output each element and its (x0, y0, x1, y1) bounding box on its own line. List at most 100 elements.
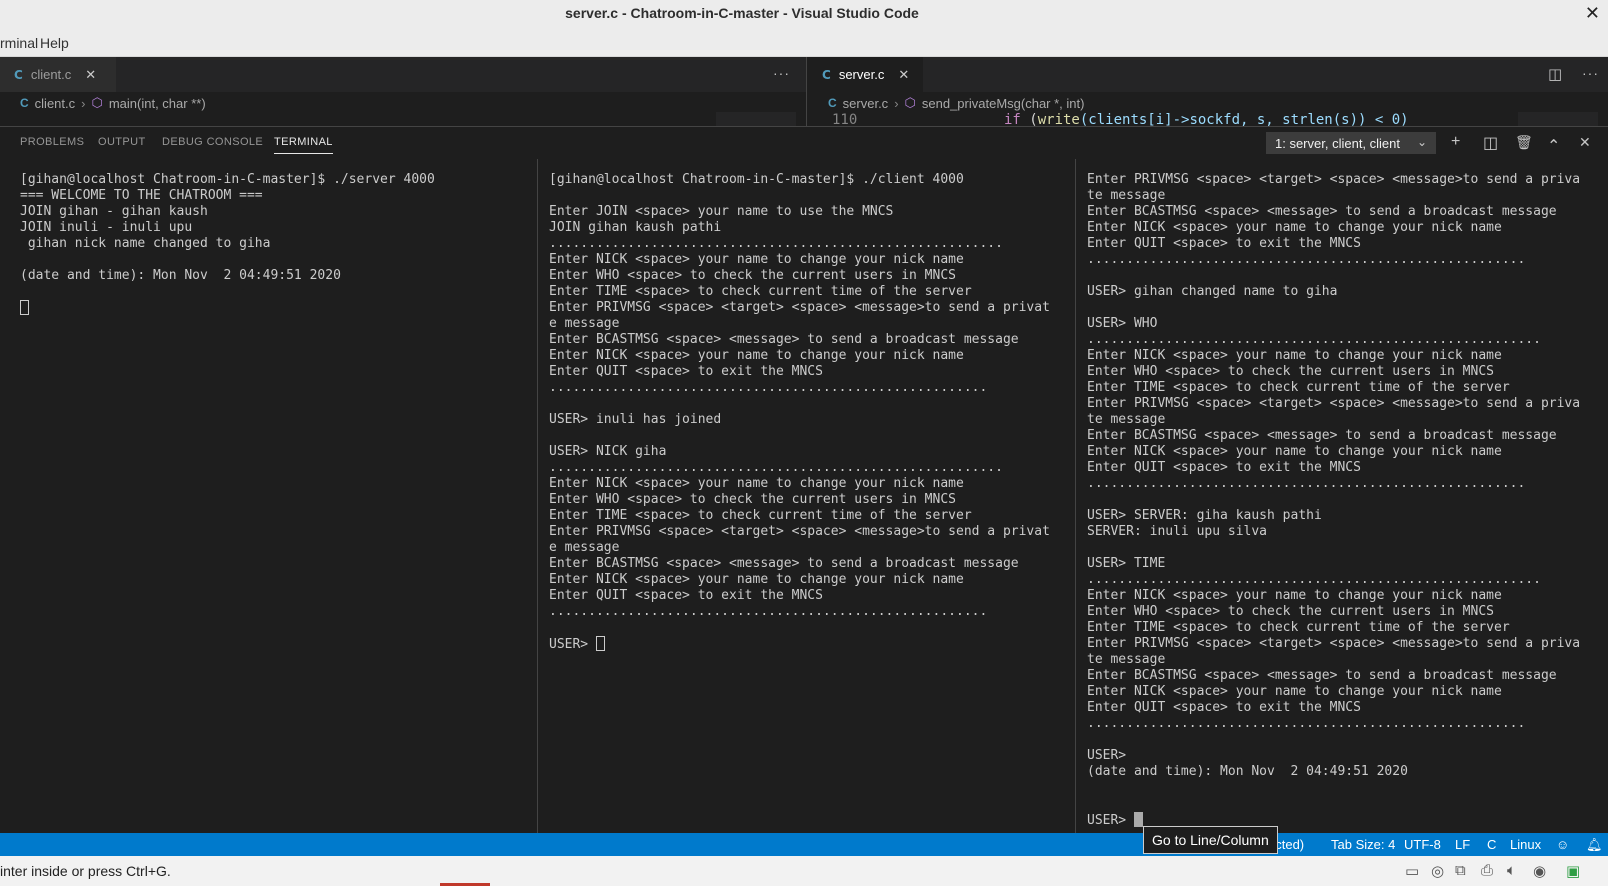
terminal-pane-client-2[interactable]: Enter PRIVMSG <space> <target> <space> <… (1077, 159, 1608, 834)
terminal-pane-client-1[interactable]: [gihan@localhost Chatroom-in-C-master]$ … (539, 159, 1076, 834)
new-terminal-icon[interactable]: + (1451, 133, 1460, 151)
kill-terminal-icon[interactable]: 🗑 (1515, 134, 1533, 151)
terminal-line: ........................................… (1087, 476, 1526, 491)
terminal-prompt-line[interactable]: USER> (549, 636, 1050, 652)
tab-close-icon[interactable]: ✕ (85, 67, 96, 83)
terminal-line: USER> NICK giha (549, 444, 667, 459)
terminal-line: Enter NICK <space> your name to change y… (549, 252, 964, 267)
window-title-text: server.c - Chatroom-in-C-master - Visual… (565, 5, 919, 21)
printer-icon[interactable]: ⎙ (1481, 862, 1493, 879)
terminal-line: ........................................… (549, 236, 1003, 251)
more-actions-icon[interactable]: ··· (773, 65, 790, 81)
hint-bar: inter inside or press Ctrl+G. ▭ ◎ ⧉ ⎙ 🔈︎… (0, 856, 1608, 886)
tab-problems[interactable]: PROBLEMS (20, 136, 84, 148)
c-file-icon: C (828, 96, 837, 110)
breadcrumb-symbol[interactable]: send_privateMsg(char *, int) (922, 96, 1085, 111)
tab-client-c[interactable]: C client.c ✕ (0, 57, 116, 92)
close-panel-icon[interactable]: ✕ (1579, 134, 1591, 151)
split-terminal-icon[interactable]: ◫ (1483, 133, 1498, 153)
breadcrumb-file[interactable]: client.c (35, 96, 75, 111)
tab-bar-right: C server.c ✕ ◫ ··· (808, 57, 1608, 92)
tab-debug-console[interactable]: DEBUG CONSOLE (162, 136, 263, 148)
chevron-right-icon: › (81, 95, 86, 111)
terminal-line: Enter TIME <space> to check current time… (1087, 380, 1510, 395)
minimap-left[interactable] (716, 112, 796, 126)
terminal-line: e message (549, 540, 620, 555)
chat-icon[interactable]: ▣ (1566, 862, 1580, 880)
volume-icon[interactable]: 🔈︎ (1507, 862, 1516, 879)
code-line[interactable]: 110 if (write(clients[i]->sockfd, s, str… (808, 112, 1608, 126)
feedback-icon[interactable]: ☺ (1556, 837, 1569, 852)
terminal-line: Enter QUIT <space> to exit the MNCS (1087, 460, 1361, 475)
breadcrumb-symbol[interactable]: main(int, char **) (109, 96, 206, 111)
tab-server-c[interactable]: C server.c ✕ (808, 57, 923, 92)
terminal-line: Enter BCASTMSG <space> <message> to send… (1087, 204, 1557, 219)
terminal-line: Enter WHO <space> to check the current u… (1087, 604, 1494, 619)
terminal-line: ........................................… (549, 604, 988, 619)
terminal-line: JOIN gihan - gihan kaush (20, 204, 208, 219)
window-close-icon[interactable]: ✕ (1585, 3, 1600, 24)
terminal-line: Enter NICK <space> your name to change y… (1087, 444, 1502, 459)
status-encoding[interactable]: UTF-8 (1404, 837, 1441, 852)
menu-terminal[interactable]: rminal (0, 35, 38, 51)
terminal-select[interactable]: 1: server, client, client ⌄ (1266, 132, 1436, 154)
window-title: server.c - Chatroom-in-C-master - Visual… (0, 5, 1608, 21)
terminal-line: Enter WHO <space> to check the current u… (1087, 364, 1494, 379)
c-file-icon: C (822, 67, 831, 82)
terminal-prompt-line[interactable] (20, 300, 435, 316)
terminal-line: Enter BCASTMSG <space> <message> to send… (549, 556, 1019, 571)
status-platform[interactable]: Linux (1510, 837, 1541, 852)
go-to-line-tooltip: Go to Line/Column (1143, 826, 1278, 854)
terminal-line: Enter NICK <space> your name to change y… (1087, 348, 1502, 363)
breadcrumb-file[interactable]: server.c (843, 96, 889, 111)
terminal-pane-server[interactable]: [gihan@localhost Chatroom-in-C-master]$ … (0, 159, 538, 834)
menu-bar: rminal Help (0, 28, 1608, 57)
terminal-line: SERVER: inuli upu silva (1087, 524, 1268, 539)
terminal-line: [gihan@localhost Chatroom-in-C-master]$ … (549, 172, 964, 187)
terminal-line: gihan nick name changed to giha (20, 236, 271, 251)
terminal-line: ........................................… (1087, 716, 1526, 731)
minimap-right[interactable] (1518, 112, 1598, 126)
tab-bar-left: C client.c ✕ ··· (0, 57, 806, 92)
status-eol[interactable]: LF (1455, 837, 1470, 852)
status-tab-size[interactable]: Tab Size: 4 (1331, 837, 1395, 852)
terminal-line: Enter BCASTMSG <space> <message> to send… (549, 332, 1019, 347)
maximize-panel-icon[interactable]: ⌃ (1547, 136, 1560, 156)
status-language[interactable]: C (1487, 837, 1496, 852)
terminal-line: te message (1087, 412, 1166, 427)
tab-close-icon[interactable]: ✕ (898, 67, 909, 83)
chevron-right-icon: › (894, 95, 899, 111)
tab-terminal[interactable]: TERMINAL (274, 136, 333, 154)
terminal-line: [gihan@localhost Chatroom-in-C-master]$ … (20, 172, 435, 187)
network-icon[interactable]: ⧉ (1455, 862, 1466, 879)
update-icon[interactable]: ◉ (1533, 862, 1546, 880)
terminal-line: Enter NICK <space> your name to change y… (1087, 220, 1502, 235)
tab-label: server.c (838, 67, 885, 82)
battery-icon[interactable]: ▭ (1405, 862, 1419, 880)
more-actions-icon[interactable]: ··· (1582, 65, 1599, 81)
terminal-line: Enter PRIVMSG <space> <target> <space> <… (1087, 636, 1581, 651)
terminal-select-value: 1: server, client, client (1275, 136, 1400, 151)
terminal-line: Enter QUIT <space> to exit the MNCS (549, 588, 823, 603)
terminal-line: Enter QUIT <space> to exit the MNCS (1087, 700, 1361, 715)
editor-group-right: C server.c ✕ ◫ ··· C server.c › ⬡ send_p… (808, 57, 1608, 126)
tab-output[interactable]: OUTPUT (98, 136, 146, 148)
menu-help[interactable]: Help (40, 35, 69, 51)
notifications-bell-icon[interactable]: 🔔︎ (1586, 837, 1603, 853)
method-symbol-icon: ⬡ (904, 95, 916, 110)
terminal-line: === WELCOME TO THE CHATROOM === (20, 188, 263, 203)
split-editor-icon[interactable]: ◫ (1548, 65, 1563, 83)
terminal-line: (date and time): Mon Nov 2 04:49:51 2020 (20, 268, 341, 283)
hint-text: inter inside or press Ctrl+G. (0, 863, 171, 879)
terminal-line: USER> WHO (1087, 316, 1158, 331)
disk-icon[interactable]: ◎ (1431, 862, 1444, 880)
terminal-line: ........................................… (1087, 572, 1541, 587)
